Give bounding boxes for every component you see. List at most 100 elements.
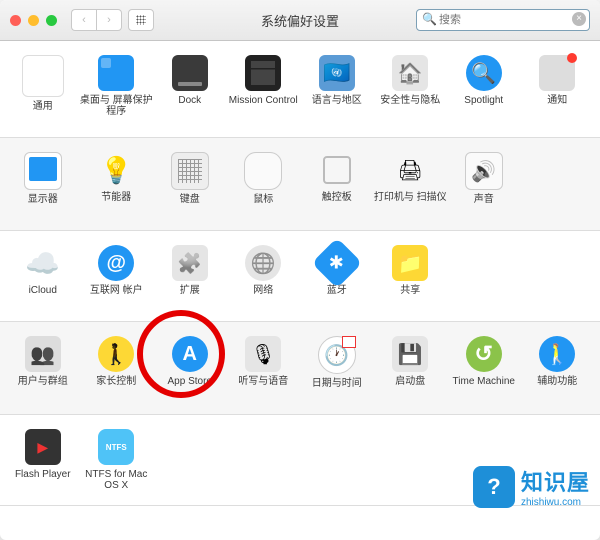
pref-label: Dock <box>178 95 201 117</box>
pref-label: NTFS for Mac OS X <box>80 469 154 491</box>
search-input[interactable] <box>416 9 590 31</box>
ntfs-icon <box>98 429 134 465</box>
pref-item-notif[interactable]: 通知 <box>521 55 595 123</box>
back-button[interactable]: ‹ <box>71 9 96 31</box>
pref-item-dock[interactable]: Dock <box>153 55 227 123</box>
minimize-button[interactable] <box>28 15 39 26</box>
pref-label: 用户与群组 <box>18 376 68 398</box>
pref-row: iCloud 互联网 帐户 扩展 网络 蓝牙 共享 <box>0 231 600 322</box>
pref-label: 显示器 <box>28 194 58 216</box>
notifications-icon <box>539 55 575 91</box>
pref-item-energy[interactable]: 节能器 <box>80 152 154 216</box>
pref-row: 通用 桌面与 屏幕保护程序 Dock Mission Control 语言与地区安全性与… <box>0 41 600 138</box>
pref-label: 桌面与 屏幕保护程序 <box>80 95 154 117</box>
watermark-logo-icon: ? <box>473 466 515 508</box>
flash-player-icon <box>25 429 61 465</box>
pref-label: 通用 <box>33 101 53 123</box>
pref-item-ntfs[interactable]: NTFS for Mac OS X <box>80 429 154 491</box>
pref-item-keyboard[interactable]: 键盘 <box>153 152 227 216</box>
pref-label: 安全性与隐私 <box>380 95 440 117</box>
pref-item-mission[interactable]: Mission Control <box>227 55 301 123</box>
pref-item-ext[interactable]: 扩展 <box>153 245 227 307</box>
search-field-wrap: 🔍 × <box>416 9 590 31</box>
displays-icon <box>24 152 62 190</box>
pref-label: 网络 <box>253 285 273 307</box>
watermark-title: 知识屋 <box>521 465 590 497</box>
pref-item-trackpad[interactable]: 触控板 <box>300 152 374 216</box>
pref-label: 打印机与 扫描仪 <box>374 192 447 214</box>
pref-item-parental[interactable]: 家长控制 <box>80 336 154 400</box>
pref-item-internet[interactable]: 互联网 帐户 <box>80 245 154 307</box>
pref-item-mouse[interactable]: 鼠标 <box>227 152 301 216</box>
security-privacy-icon <box>392 55 428 91</box>
pref-label: 辅助功能 <box>537 376 577 398</box>
pref-item-general[interactable]: 通用 <box>6 55 80 123</box>
pref-item-spotlight[interactable]: Spotlight <box>447 55 521 123</box>
pref-label: 鼠标 <box>253 194 273 216</box>
app-store-icon <box>172 336 208 372</box>
parental-controls-icon <box>98 336 134 372</box>
spotlight-icon <box>466 55 502 91</box>
pref-item-timemachine[interactable]: Time Machine <box>447 336 521 400</box>
search-icon: 🔍 <box>422 12 437 26</box>
pref-item-startup[interactable]: 启动盘 <box>374 336 448 400</box>
pref-label: 家长控制 <box>96 376 136 398</box>
pref-label: 听写与语音 <box>238 376 288 398</box>
pref-item-lang[interactable]: 语言与地区 <box>300 55 374 123</box>
dictation-speech-icon <box>245 336 281 372</box>
forward-button[interactable]: › <box>96 9 122 31</box>
pref-label: 触控板 <box>322 192 352 214</box>
date-time-icon <box>318 336 356 374</box>
watermark: ? 知识屋 zhishiwu.com <box>473 465 590 508</box>
sound-icon <box>465 152 503 190</box>
sharing-icon <box>392 245 428 281</box>
pref-item-display[interactable]: 显示器 <box>6 152 80 216</box>
mouse-icon <box>244 152 282 190</box>
pref-label: 互联网 帐户 <box>90 285 143 307</box>
window-controls <box>10 15 57 26</box>
bluetooth-icon <box>311 238 362 289</box>
pref-row: 用户与群组 家长控制 App Store 听写与语音日期与时间启动盘 Time Mach… <box>0 322 600 415</box>
pref-item-flash[interactable]: Flash Player <box>6 429 80 491</box>
pref-label: 扩展 <box>180 285 200 307</box>
pref-label: Time Machine <box>453 376 515 398</box>
pref-row: 显示器 节能器键盘鼠标 触控板打印机与 扫描仪声音 <box>0 138 600 231</box>
pref-label: Mission Control <box>229 95 298 117</box>
watermark-url: zhishiwu.com <box>521 497 590 508</box>
pref-label: 共享 <box>400 285 420 307</box>
system-preferences-window: ‹ › 系统偏好设置 🔍 × 通用 桌面与 屏幕保护程序 Dock Mission C… <box>0 0 600 540</box>
pref-label: 语言与地区 <box>312 95 362 117</box>
mission-control-icon <box>245 55 281 91</box>
pref-label: 启动盘 <box>395 376 425 398</box>
time-machine-icon <box>466 336 502 372</box>
pref-item-security[interactable]: 安全性与隐私 <box>374 55 448 123</box>
pref-item-sharing[interactable]: 共享 <box>374 245 448 307</box>
dock-icon <box>172 55 208 91</box>
pref-item-icloud[interactable]: iCloud <box>6 245 80 307</box>
desktop-icon <box>98 55 134 91</box>
pref-item-users[interactable]: 用户与群组 <box>6 336 80 400</box>
pref-item-appstore[interactable]: App Store <box>153 336 227 400</box>
pref-item-printer[interactable]: 打印机与 扫描仪 <box>374 152 448 216</box>
pref-label: Flash Player <box>15 469 71 491</box>
pref-item-a11y[interactable]: 辅助功能 <box>521 336 595 400</box>
clear-search-icon[interactable]: × <box>572 12 586 26</box>
show-all-button[interactable] <box>128 9 154 31</box>
pref-label: 节能器 <box>101 192 131 214</box>
pref-item-desktop[interactable]: 桌面与 屏幕保护程序 <box>80 55 154 123</box>
zoom-button[interactable] <box>46 15 57 26</box>
pref-item-dictation[interactable]: 听写与语音 <box>227 336 301 400</box>
pref-item-network[interactable]: 网络 <box>227 245 301 307</box>
close-button[interactable] <box>10 15 21 26</box>
titlebar: ‹ › 系统偏好设置 🔍 × <box>0 0 600 41</box>
extensions-icon <box>172 245 208 281</box>
window-title: 系统偏好设置 <box>261 11 339 30</box>
pref-item-sound[interactable]: 声音 <box>447 152 521 216</box>
trackpad-icon <box>319 152 355 188</box>
keyboard-icon <box>171 152 209 190</box>
pref-label: 蓝牙 <box>327 285 347 307</box>
general-icon <box>22 55 64 97</box>
pref-item-datetime[interactable]: 日期与时间 <box>300 336 374 400</box>
pref-item-bluetooth[interactable]: 蓝牙 <box>300 245 374 307</box>
icloud-icon <box>25 245 61 281</box>
